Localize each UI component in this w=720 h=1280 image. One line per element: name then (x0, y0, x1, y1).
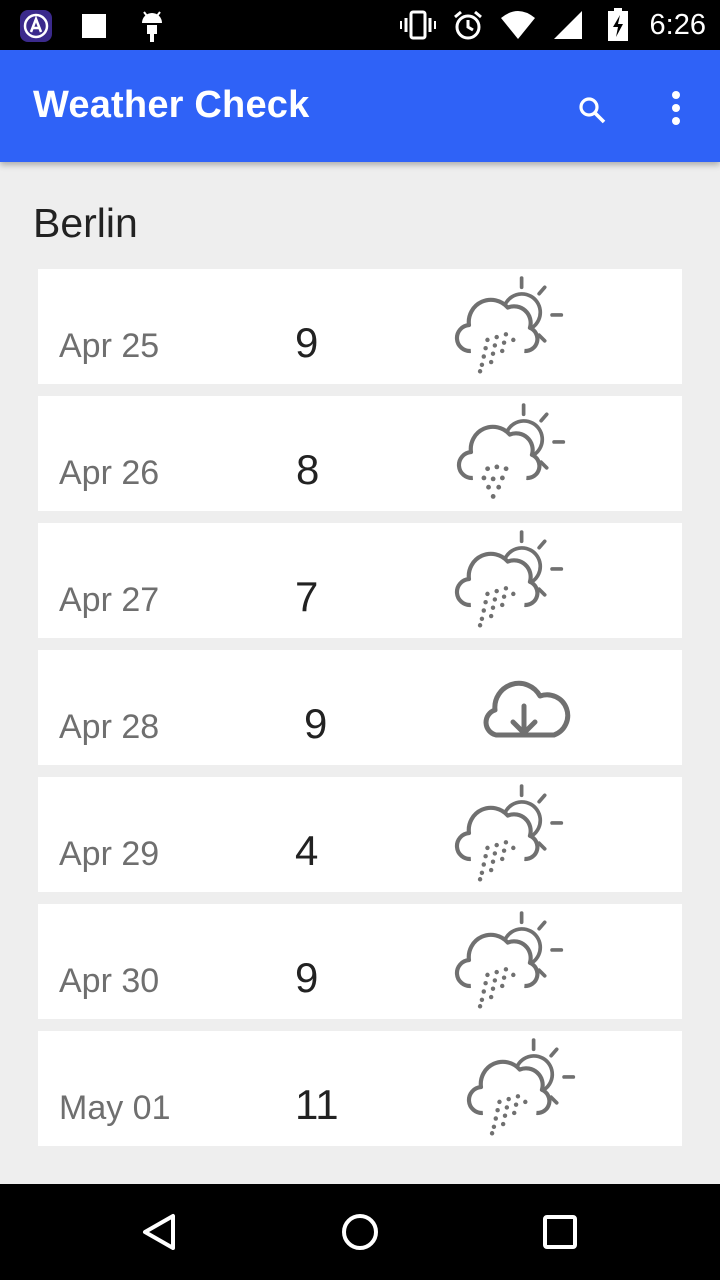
forecast-temp: 7 (295, 573, 319, 620)
rain-sun-icon (445, 530, 564, 628)
forecast-temp: 9 (295, 319, 319, 366)
app-bar: Weather Check (0, 50, 720, 162)
forecast-row[interactable]: Apr 29 4 (38, 777, 682, 892)
search-icon (579, 97, 606, 124)
recents-icon (543, 1215, 577, 1249)
forecast-date: Apr 26 (59, 454, 160, 492)
rain-sun-icon (445, 276, 564, 374)
back-icon (143, 1214, 175, 1250)
forecast-row[interactable]: May 01 11 (38, 1031, 682, 1146)
forecast-row[interactable]: Apr 25 9 (38, 269, 682, 384)
home-icon (342, 1214, 378, 1250)
vibrate-icon (399, 7, 436, 43)
signal-icon (550, 7, 586, 43)
forecast-temp: 11 (295, 1081, 339, 1128)
app-title: Weather Check (33, 84, 310, 126)
forecast-temp: 9 (304, 700, 328, 747)
forecast-date: Apr 28 (59, 708, 160, 746)
forecast-row[interactable]: Apr 27 7 (38, 523, 682, 638)
forecast-list: Apr 25 9 Apr 26 8 Apr 27 7 Apr 28 9 Apr … (38, 269, 682, 1158)
navigation-bar (0, 1184, 720, 1280)
forecast-date: Apr 25 (59, 327, 160, 365)
rain-sun-icon (457, 1038, 576, 1136)
recents-button[interactable] (530, 1202, 590, 1262)
rain-sun-icon (445, 911, 564, 1009)
location-title: Berlin (33, 200, 138, 246)
alarm-icon (450, 7, 486, 43)
rain-sun-icon (445, 784, 564, 882)
home-button[interactable] (330, 1202, 390, 1262)
cloud-download-icon (483, 680, 571, 738)
forecast-temp: 9 (295, 954, 319, 1001)
forecast-date: May 01 (59, 1089, 171, 1127)
clock-time: 6:26 (649, 9, 706, 41)
more-options-button[interactable] (652, 84, 700, 132)
forecast-date: Apr 29 (59, 835, 160, 873)
forecast-row[interactable]: Apr 30 9 (38, 904, 682, 1019)
forecast-temp: 8 (296, 446, 320, 493)
back-button[interactable] (130, 1202, 190, 1262)
wifi-icon (500, 7, 536, 43)
forecast-row[interactable]: Apr 28 9 (38, 650, 682, 765)
square-notification-icon (76, 8, 112, 44)
battery-charging-icon (600, 7, 636, 43)
app-launcher-icon (18, 8, 54, 44)
status-bar: 6:26 (0, 0, 720, 50)
more-vert-icon (672, 91, 680, 125)
snow-sun-icon (447, 403, 566, 499)
forecast-date: Apr 30 (59, 962, 160, 1000)
search-button[interactable] (568, 86, 616, 134)
forecast-temp: 4 (295, 827, 319, 874)
forecast-row[interactable]: Apr 26 8 (38, 396, 682, 511)
forecast-date: Apr 27 (59, 581, 160, 619)
android-debug-icon (134, 8, 170, 44)
